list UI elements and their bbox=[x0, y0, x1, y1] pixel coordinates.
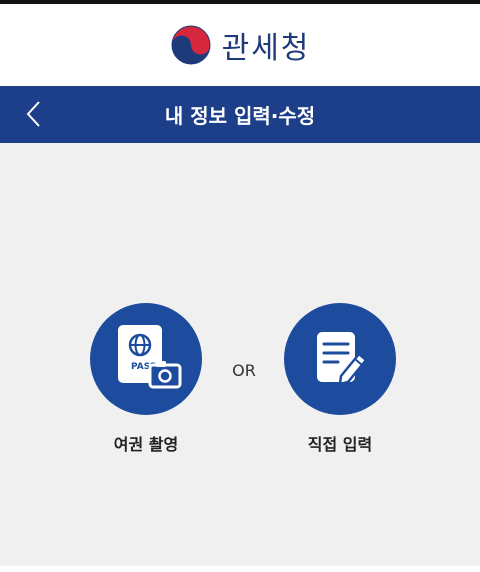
content-area: PASS 여권 촬영 OR 직접 입력 bbox=[0, 143, 480, 572]
manual-entry-label: 직접 입력 bbox=[307, 435, 373, 454]
passport-capture-option[interactable]: PASS 여권 촬영 bbox=[76, 303, 216, 455]
page-title: 내 정보 입력·수정 bbox=[164, 104, 316, 128]
title-bar: 내 정보 입력·수정 bbox=[0, 86, 480, 143]
or-divider: OR bbox=[232, 361, 256, 380]
passport-camera-icon: PASS bbox=[118, 325, 182, 389]
chevron-left-icon bbox=[26, 101, 40, 127]
document-edit-icon bbox=[317, 332, 368, 386]
brand-header: 관세청 bbox=[0, 4, 480, 86]
manual-entry-option[interactable]: 직접 입력 bbox=[270, 303, 410, 455]
back-button[interactable] bbox=[14, 94, 54, 134]
bottom-strip bbox=[0, 566, 480, 572]
passport-capture-button[interactable]: PASS bbox=[90, 303, 202, 415]
manual-entry-button[interactable] bbox=[284, 303, 396, 415]
passport-capture-label: 여권 촬영 bbox=[113, 435, 179, 454]
brand-name: 관세청 bbox=[221, 31, 311, 66]
taegeuk-logo-icon bbox=[171, 25, 211, 65]
